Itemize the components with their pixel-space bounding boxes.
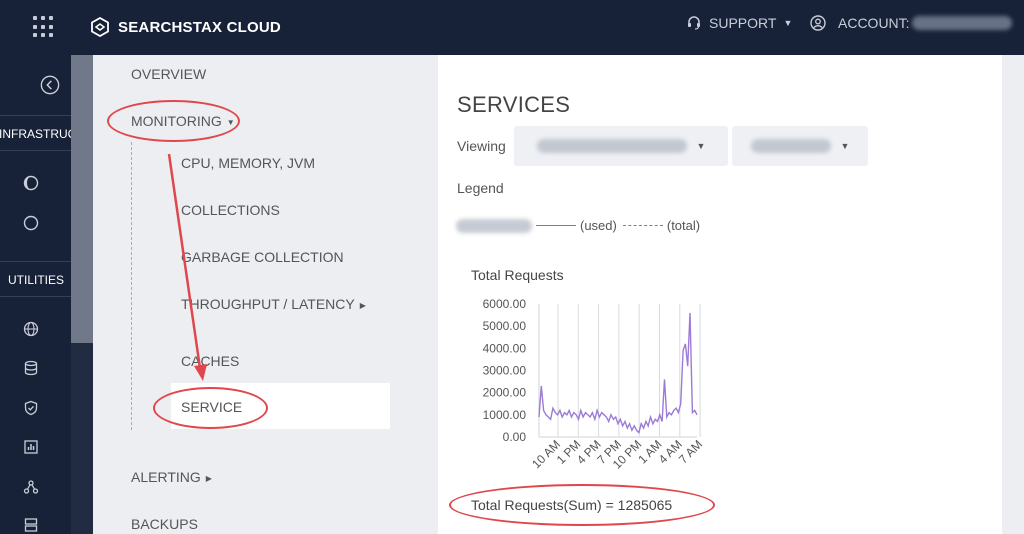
support-label: SUPPORT: [709, 15, 777, 31]
y-tick-label: 6000.00: [483, 297, 527, 311]
nav-collections[interactable]: COLLECTIONS: [181, 202, 280, 218]
user-icon: [810, 15, 826, 31]
y-tick-label: 3000.00: [483, 364, 527, 378]
database-icon[interactable]: [21, 358, 41, 378]
account-name-redacted: [911, 16, 1012, 30]
half-moon-icon[interactable]: [21, 173, 41, 193]
total-requests-chart: 6000.00 5000.00 4000.00 3000.00 2000.00 1000.…: [483, 297, 706, 472]
apps-grid-icon[interactable]: [33, 16, 55, 38]
server-icon[interactable]: [21, 515, 41, 534]
headset-icon: [688, 16, 700, 30]
nav-throughput-latency[interactable]: THROUGHPUT / LATENCY ▶: [181, 296, 366, 312]
legend-node-redacted: [456, 218, 532, 233]
rail-section-infrastructure: INFRASTRUCTURE: [0, 115, 71, 151]
globe-icon[interactable]: [21, 319, 41, 339]
y-tick-label: 5000.00: [483, 319, 527, 333]
brand-name: SEARCHSTAX CLOUD: [118, 18, 281, 36]
circle-icon[interactable]: [21, 213, 41, 233]
x-tick-label: 7 AM: [676, 437, 705, 466]
account-label: ACCOUNT:: [838, 15, 910, 31]
legend-total-line: [622, 225, 663, 226]
caret-down-icon: ▼: [226, 117, 235, 127]
node-select[interactable]: ▼: [732, 126, 868, 166]
shield-check-icon[interactable]: [21, 398, 41, 418]
legend-title: Legend: [457, 180, 504, 196]
rail-section-utilities: UTILITIES: [0, 261, 71, 297]
nav-alerting-label: ALERTING: [131, 469, 201, 485]
nav-alerting[interactable]: ALERTING ▶: [131, 469, 212, 485]
nav-monitoring[interactable]: MONITORING ▼: [131, 113, 235, 129]
legend-used-label: (used): [580, 218, 617, 233]
collapse-sidebar-icon[interactable]: [40, 75, 60, 95]
nav-throughput-latency-label: THROUGHPUT / LATENCY: [181, 296, 355, 312]
account-menu[interactable]: ACCOUNT:: [810, 15, 1012, 31]
page-title: SERVICES: [457, 92, 571, 117]
sidebar-scrollbar-thumb[interactable]: [71, 55, 93, 343]
nav-overview[interactable]: OVERVIEW: [131, 66, 206, 82]
nav-tree-guide: [131, 142, 132, 430]
icon-rail: INFRASTRUCTURE UTILITIES: [0, 55, 71, 534]
support-menu[interactable]: SUPPORT ▼: [686, 15, 792, 31]
chevron-down-icon: ▼: [840, 141, 850, 151]
chevron-down-icon: ▼: [696, 141, 706, 151]
searchstax-logo-icon: [91, 17, 109, 37]
viewing-label: Viewing: [457, 138, 506, 154]
nav-caches[interactable]: CACHES: [181, 353, 239, 369]
nav-cpu-memory-jvm[interactable]: CPU, MEMORY, JVM: [181, 155, 315, 171]
nav-backups[interactable]: BACKUPS: [131, 516, 198, 532]
top-bar: SEARCHSTAX CLOUD SUPPORT ▼ ACCOUNT:: [0, 0, 1024, 55]
legend-used-line: [536, 225, 576, 226]
nav-service[interactable]: SERVICE: [181, 399, 242, 415]
deployment-value-redacted: [536, 139, 687, 153]
y-tick-label: 2000.00: [483, 386, 527, 400]
network-nodes-icon[interactable]: [21, 477, 41, 497]
caret-right-icon: ▶: [205, 473, 212, 483]
legend-total-label: (total): [666, 218, 701, 233]
node-value-redacted: [750, 139, 831, 153]
y-tick-label: 0.00: [503, 430, 527, 444]
series-line-used: [538, 312, 698, 434]
total-requests-sum: Total Requests(Sum) = 1285065: [471, 497, 673, 513]
y-tick-label: 1000.00: [483, 408, 527, 422]
legend-row: (used) (total): [456, 218, 700, 233]
deployment-select[interactable]: ▼: [514, 126, 728, 166]
chevron-down-icon: ▼: [783, 18, 793, 28]
y-tick-label: 4000.00: [483, 341, 527, 355]
chart-title: Total Requests: [471, 267, 564, 283]
bar-chart-icon[interactable]: [21, 437, 41, 457]
brand-logo[interactable]: SEARCHSTAX CLOUD: [90, 15, 281, 39]
caret-right-icon: ▶: [359, 300, 366, 310]
nav-monitoring-label: MONITORING: [131, 113, 222, 129]
main-right-gutter: [1002, 55, 1024, 534]
nav-garbage-collection[interactable]: GARBAGE COLLECTION: [181, 249, 344, 265]
